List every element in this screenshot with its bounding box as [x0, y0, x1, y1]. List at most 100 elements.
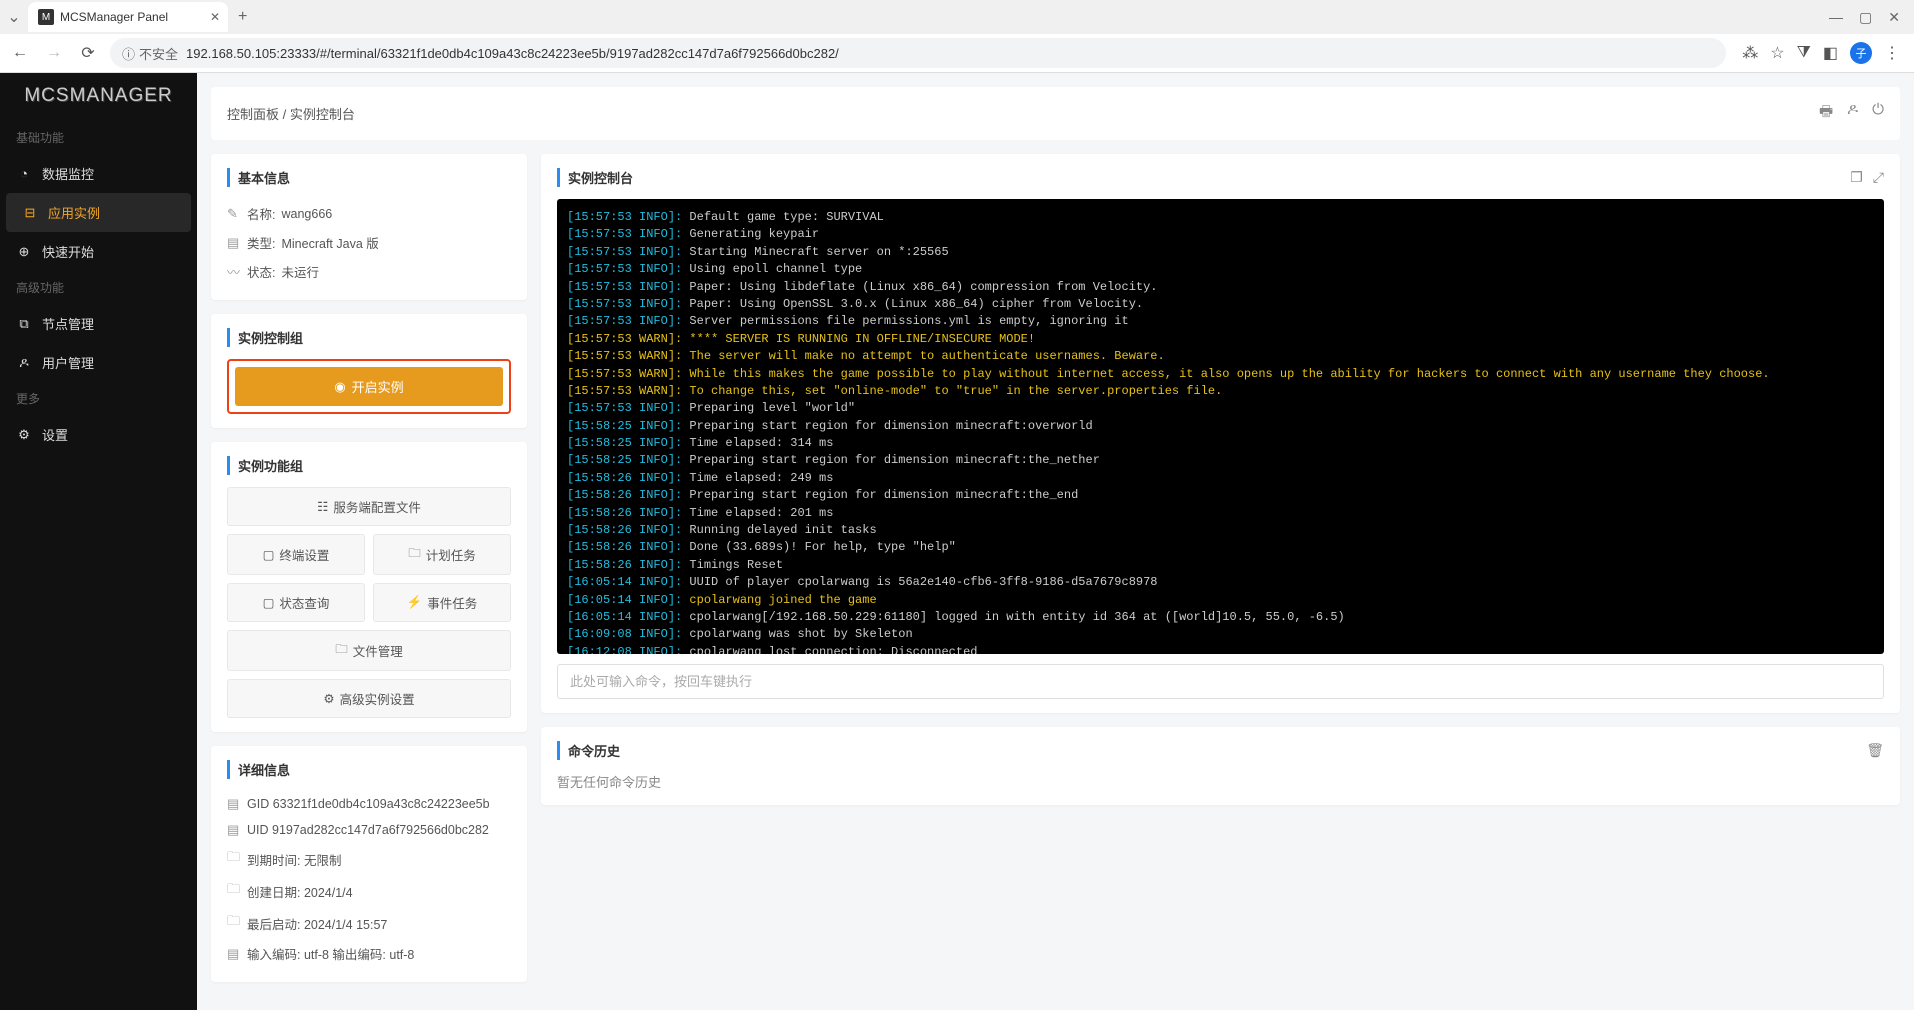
reload-icon[interactable]: ⟳: [76, 43, 100, 63]
instance-status-row: 〰状态: 未运行: [227, 257, 511, 286]
forward-icon[interactable]: →: [42, 44, 66, 62]
calendar-icon: 🗀: [408, 544, 421, 565]
profile-avatar[interactable]: 子: [1850, 42, 1872, 64]
tab-bar: ⌄ M MCSManager Panel ✕ + — ▢ ✕: [0, 0, 1914, 34]
user-outline-icon[interactable]: ዶ: [1847, 101, 1858, 126]
sidebar-item-quickstart[interactable]: ⊕快速开始: [0, 232, 197, 271]
control-group-card: 实例控制组 ◉开启实例: [211, 314, 527, 428]
maximize-icon[interactable]: ▢: [1859, 9, 1872, 26]
sidebar-item-settings[interactable]: ⚙设置: [0, 415, 197, 454]
start-instance-button[interactable]: ◉开启实例: [235, 367, 503, 406]
terminal-icon: ▢: [263, 547, 275, 562]
sidepanel-icon[interactable]: ◧: [1823, 43, 1838, 63]
browser-chrome: ⌄ M MCSManager Panel ✕ + — ▢ ✕ ← → ⟳ ⓘ 不…: [0, 0, 1914, 73]
url-text: 192.168.50.105:23333/#/terminal/63321f1d…: [186, 46, 839, 61]
calendar-icon: 🗀: [227, 912, 241, 934]
nav-group-advanced: 高级功能: [0, 271, 197, 304]
command-input[interactable]: [557, 664, 1884, 699]
browser-toolbar: ⁂ ☆ ⧩ ◧ 子 ⋮: [1736, 42, 1906, 64]
translate-icon[interactable]: ⁂: [1742, 43, 1758, 63]
trash-icon[interactable]: 🗑: [1866, 742, 1884, 759]
address-bar: ← → ⟳ ⓘ 不安全 192.168.50.105:23333/#/termi…: [0, 34, 1914, 72]
bolt-icon: ⚡: [407, 595, 423, 610]
details-card: 详细信息 ▤GID 63321f1de0db4c109a43c8c24223ee…: [211, 746, 527, 982]
nav-group-more: 更多: [0, 382, 197, 415]
event-tasks-button[interactable]: ⚡事件任务: [373, 583, 511, 622]
chart-icon: ▢: [263, 595, 275, 610]
edit-icon: ✎: [227, 206, 241, 222]
cluster-icon: ⧉: [16, 316, 32, 332]
back-icon[interactable]: ←: [8, 44, 32, 62]
window-controls: — ▢ ✕: [1815, 9, 1914, 26]
power-icon[interactable]: ⏻: [1872, 101, 1884, 126]
tab-close-icon[interactable]: ✕: [210, 10, 220, 24]
basic-info-card: 基本信息 ✎名称: wang666 ▤类型: Minecraft Java 版 …: [211, 154, 527, 300]
server-config-button[interactable]: ☷服务端配置文件: [227, 487, 511, 526]
instance-type-row: ▤类型: Minecraft Java 版: [227, 228, 511, 257]
category-icon: ▤: [227, 235, 241, 251]
file-mgmt-button[interactable]: 🗀文件管理: [227, 630, 511, 671]
details-title: 详细信息: [227, 760, 511, 779]
scheduled-tasks-button[interactable]: 🗀计划任务: [373, 534, 511, 575]
play-icon: ◉: [334, 379, 345, 395]
uid-row: ▤UID 9197ad282cc147d7a6f792566d0bc282: [227, 817, 511, 843]
create-row: 🗀创建日期: 2024/1/4: [227, 875, 511, 907]
insecure-badge: ⓘ 不安全: [122, 44, 178, 63]
breadcrumb: 控制面板 / 实例控制台: [227, 104, 355, 123]
nav-group-basic: 基础功能: [0, 121, 197, 154]
function-group-card: 实例功能组 ☷服务端配置文件 ▢终端设置 🗀计划任务 ▢状态查询 ⚡事件任务 🗀…: [211, 442, 527, 732]
status-query-button[interactable]: ▢状态查询: [227, 583, 365, 622]
instance-name-row: ✎名称: wang666: [227, 199, 511, 228]
menu-icon[interactable]: ⋮: [1884, 43, 1900, 63]
tab-search-icon[interactable]: ⌄: [0, 7, 28, 27]
sidebar-item-nodes[interactable]: ⧉节点管理: [0, 304, 197, 343]
advanced-settings-button[interactable]: ⚙高级实例设置: [227, 679, 511, 718]
pulse-icon: 〰: [227, 262, 241, 281]
gid-row: ▤GID 63321f1de0db4c109a43c8c24223ee5b: [227, 791, 511, 817]
sidebar-item-users[interactable]: ዶ用户管理: [0, 343, 197, 382]
new-tab-button[interactable]: +: [238, 8, 247, 26]
expire-row: 🗀到期时间: 无限制: [227, 843, 511, 875]
minimize-icon[interactable]: —: [1829, 9, 1843, 26]
history-empty-text: 暂无任何命令历史: [557, 772, 1884, 791]
history-title: 命令历史: [557, 741, 620, 760]
encoding-row: ▤输入编码: utf-8 输出编码: utf-8: [227, 939, 511, 968]
sidebar: MCSMANAGER 基础功能 ◔数据监控 ⊟应用实例 ⊕快速开始 高级功能 ⧉…: [0, 73, 197, 1010]
id-icon: ▤: [227, 796, 241, 812]
folder-icon: 🗀: [335, 640, 348, 661]
tab-title: MCSManager Panel: [60, 10, 168, 24]
gear-icon: ⚙: [16, 427, 32, 443]
function-group-title: 实例功能组: [227, 456, 511, 475]
calendar-icon: 🗀: [227, 880, 241, 902]
url-input[interactable]: ⓘ 不安全 192.168.50.105:23333/#/terminal/63…: [110, 38, 1726, 68]
cube-icon: ⊟: [22, 205, 38, 221]
terminal-settings-button[interactable]: ▢终端设置: [227, 534, 365, 575]
logo: MCSMANAGER: [0, 85, 197, 107]
dashboard-icon: ◔: [16, 166, 32, 181]
plus-circle-icon: ⊕: [16, 244, 32, 260]
history-card: 命令历史 🗑 暂无任何命令历史: [541, 727, 1900, 805]
calendar-icon: 🗀: [227, 848, 241, 870]
terminal-output[interactable]: [15:57:53 INFO]: Default game type: SURV…: [557, 199, 1884, 654]
popout-icon[interactable]: ❐: [1850, 169, 1863, 186]
main-content: 控制面板 / 实例控制台 🖶 ዶ ⏻ 基本信息 ✎名称: wang666 ▤类型…: [197, 73, 1914, 1010]
tune-icon: ☷: [317, 499, 328, 514]
basic-info-title: 基本信息: [227, 168, 511, 187]
extensions-icon[interactable]: ⧩: [1797, 44, 1811, 62]
breadcrumb-bar: 控制面板 / 实例控制台 🖶 ዶ ⏻: [211, 87, 1900, 140]
bookmark-icon[interactable]: ☆: [1770, 43, 1784, 63]
close-window-icon[interactable]: ✕: [1888, 9, 1900, 26]
sidebar-item-monitor[interactable]: ◔数据监控: [0, 154, 197, 193]
last-start-row: 🗀最后启动: 2024/1/4 15:57: [227, 907, 511, 939]
console-card: 实例控制台 ❐ ⤢ [15:57:53 INFO]: Default game …: [541, 154, 1900, 713]
fullscreen-icon[interactable]: ⤢: [1873, 169, 1884, 186]
sidebar-item-instances[interactable]: ⊟应用实例: [6, 193, 191, 232]
print-icon[interactable]: 🖶: [1819, 101, 1833, 126]
app-root: MCSMANAGER 基础功能 ◔数据监控 ⊟应用实例 ⊕快速开始 高级功能 ⧉…: [0, 73, 1914, 1010]
console-title: 实例控制台: [557, 168, 633, 187]
control-group-title: 实例控制组: [227, 328, 511, 347]
user-icon: ዶ: [16, 355, 32, 371]
gear-small-icon: ⚙: [323, 691, 334, 706]
id-icon: ▤: [227, 822, 241, 838]
browser-tab[interactable]: M MCSManager Panel ✕: [28, 2, 228, 32]
